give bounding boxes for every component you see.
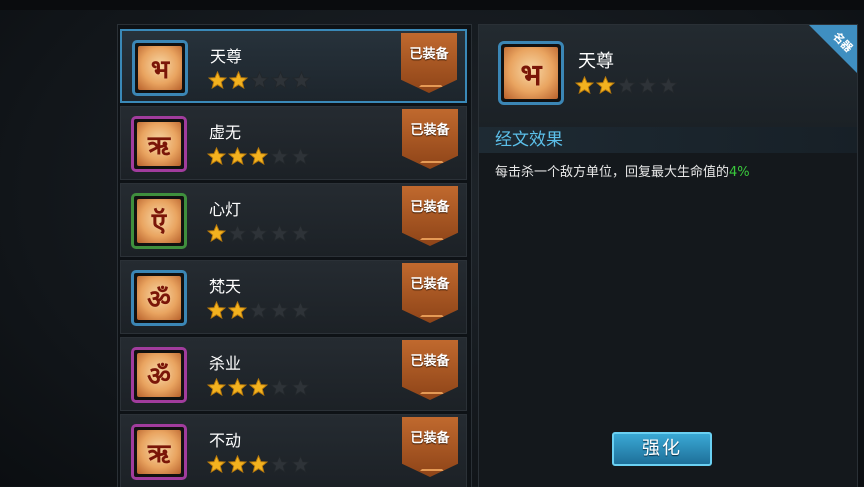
star-empty-icon <box>638 76 657 94</box>
star-filled-icon <box>208 71 227 89</box>
star-empty-icon <box>291 301 310 319</box>
star-filled-icon <box>575 76 594 94</box>
scripture-name: 虚无 <box>209 123 242 142</box>
star-empty-icon <box>617 76 636 94</box>
scripture-name: 天尊 <box>210 47 243 66</box>
star-empty-icon <box>270 224 289 242</box>
sanskrit-glyph-icon: ॐ <box>147 362 171 392</box>
star-filled-icon <box>228 147 247 165</box>
scripture-item[interactable]: ॐ 杀业 已装备 <box>120 337 467 411</box>
star-empty-icon <box>228 224 247 242</box>
star-filled-icon <box>596 76 615 94</box>
enhance-button[interactable]: 强化 <box>612 432 712 466</box>
star-empty-icon <box>270 455 289 473</box>
sanskrit-glyph-icon: ऍ <box>151 208 167 238</box>
star-empty-icon <box>249 301 268 319</box>
star-filled-icon <box>249 147 268 165</box>
scripture-name: 杀业 <box>209 354 242 373</box>
scripture-item[interactable]: भ 天尊 已装备 <box>120 29 467 103</box>
sanskrit-glyph-icon: भ <box>150 55 170 85</box>
equipped-label: 已装备 <box>410 354 450 369</box>
detail-star-rating <box>575 76 678 94</box>
star-rating <box>208 71 311 89</box>
star-filled-icon <box>249 378 268 396</box>
scripture-icon-frame: ऍ <box>131 193 187 249</box>
star-empty-icon <box>249 224 268 242</box>
scripture-icon-frame: ऋ <box>131 116 187 172</box>
scripture-item[interactable]: ऋ 不动 已装备 <box>120 414 467 487</box>
effect-value: 4% <box>729 165 750 180</box>
scripture-icon-frame: ॐ <box>131 270 187 326</box>
star-filled-icon <box>228 455 247 473</box>
scripture-name: 梵天 <box>209 277 242 296</box>
star-filled-icon <box>228 301 247 319</box>
top-bar <box>0 0 864 10</box>
scripture-name: 心灯 <box>209 200 242 219</box>
star-filled-icon <box>207 147 226 165</box>
star-rating <box>207 224 310 242</box>
scripture-item[interactable]: ऋ 虚无 已装备 <box>120 106 467 180</box>
star-empty-icon <box>270 147 289 165</box>
detail-header: भ 天尊 名器 <box>479 25 857 127</box>
star-empty-icon <box>270 378 289 396</box>
star-empty-icon <box>291 224 310 242</box>
detail-icon-frame: भ <box>498 41 564 105</box>
detail-panel: भ 天尊 名器 经文效果 每击杀一个敌方单位，回复最大生命值的4% 强化 <box>478 24 858 487</box>
effect-text: 每击杀一个敌方单位，回复最大生命值的 <box>495 165 730 180</box>
equipped-badge: 已装备 <box>402 186 458 246</box>
star-rating <box>207 378 310 396</box>
star-empty-icon <box>271 71 290 89</box>
star-empty-icon <box>291 147 310 165</box>
scripture-list[interactable]: भ 天尊 已装备 ऋ 虚无 已装备 ऍ 心灯 已装备 ॐ 梵天 已装备 ॐ 杀业 <box>117 24 472 487</box>
star-empty-icon <box>250 71 269 89</box>
scripture-icon-frame: ॐ <box>131 347 187 403</box>
star-filled-icon <box>249 455 268 473</box>
star-empty-icon <box>270 301 289 319</box>
effect-description: 每击杀一个敌方单位，回复最大生命值的4% <box>495 161 750 180</box>
star-empty-icon <box>292 71 311 89</box>
equipped-badge: 已装备 <box>402 109 458 169</box>
scripture-icon-frame: ऋ <box>131 424 187 480</box>
equipped-badge: 已装备 <box>402 417 458 477</box>
sanskrit-glyph-icon: ऋ <box>147 439 171 469</box>
star-rating <box>207 455 310 473</box>
scripture-item[interactable]: ॐ 梵天 已装备 <box>120 260 467 334</box>
equipped-label: 已装备 <box>409 47 449 62</box>
star-filled-icon <box>207 224 226 242</box>
detail-name: 天尊 <box>578 51 614 72</box>
star-filled-icon <box>229 71 248 89</box>
sanskrit-glyph-icon: भ <box>520 57 542 93</box>
equipped-label: 已装备 <box>410 431 450 446</box>
equipped-label: 已装备 <box>410 200 450 215</box>
sanskrit-glyph-icon: ॐ <box>147 285 171 315</box>
equipped-label: 已装备 <box>410 277 450 292</box>
equipped-badge: 已装备 <box>401 33 457 93</box>
star-rating <box>207 301 310 319</box>
star-rating <box>207 147 310 165</box>
effect-section-title: 经文效果 <box>479 127 857 153</box>
star-filled-icon <box>228 378 247 396</box>
star-filled-icon <box>207 455 226 473</box>
equipped-badge: 已装备 <box>402 340 458 400</box>
scripture-icon-frame: भ <box>132 40 188 96</box>
star-empty-icon <box>659 76 678 94</box>
equipped-label: 已装备 <box>410 123 450 138</box>
star-filled-icon <box>207 301 226 319</box>
star-empty-icon <box>291 378 310 396</box>
star-filled-icon <box>207 378 226 396</box>
scripture-name: 不动 <box>209 431 242 450</box>
equipped-badge: 已装备 <box>402 263 458 323</box>
scripture-item[interactable]: ऍ 心灯 已装备 <box>120 183 467 257</box>
sanskrit-glyph-icon: ऋ <box>147 131 171 161</box>
star-empty-icon <box>291 455 310 473</box>
